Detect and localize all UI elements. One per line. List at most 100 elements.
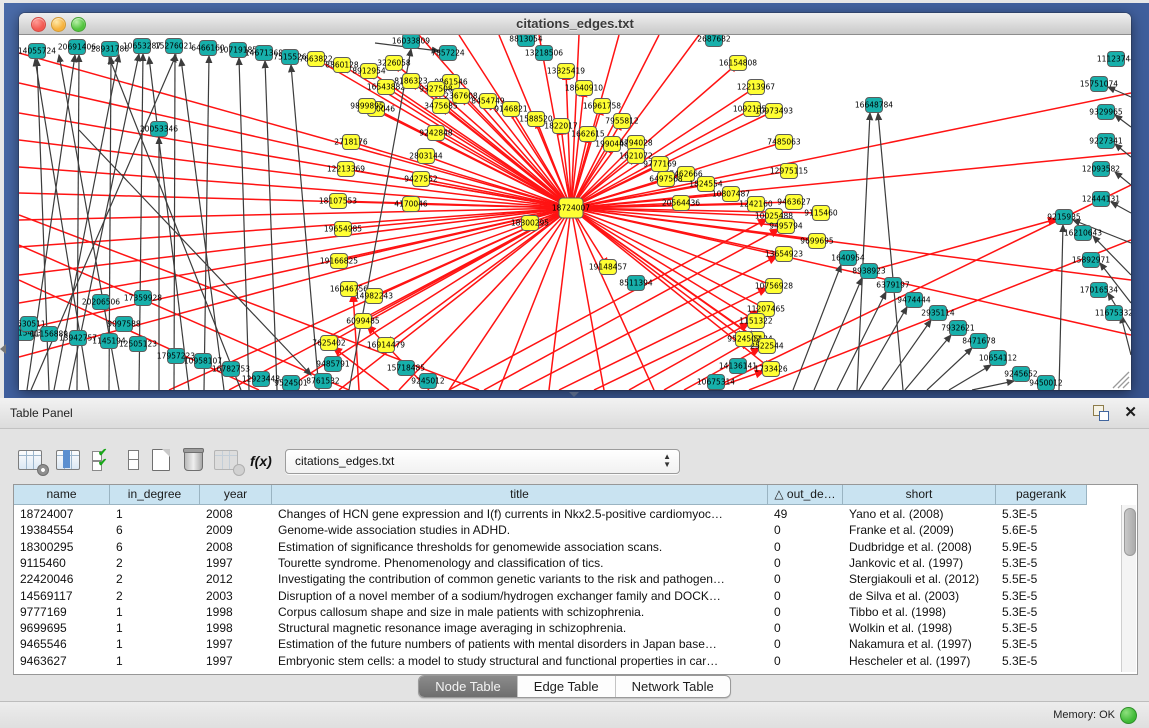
graph-edge[interactable] [1111, 202, 1131, 213]
graph-node[interactable]: 10973493 [755, 104, 793, 119]
graph-edge[interactable] [19, 53, 571, 208]
graph-node[interactable]: 7955812 [605, 114, 639, 129]
delete-column-button[interactable] [182, 448, 210, 474]
table-row[interactable]: 1872400712008Changes of HCN gene express… [14, 506, 1119, 522]
graph-node[interactable]: 8471678 [962, 334, 996, 349]
graph-node[interactable]: 2687682 [697, 35, 731, 47]
table-row[interactable]: 1830029562008Estimation of significance … [14, 539, 1119, 555]
table-row[interactable]: 977716911998Corpus callosum shape and si… [14, 604, 1119, 620]
graph-node[interactable]: 9242848 [419, 126, 453, 141]
graph-node[interactable]: 7625402 [312, 336, 346, 351]
graph-node[interactable]: 12975115 [770, 164, 808, 179]
memory-status-indicator[interactable] [1120, 707, 1137, 724]
graph-node[interactable]: 14055724 [19, 44, 56, 59]
show-columns-button[interactable] [56, 448, 84, 474]
graph-edge[interactable] [426, 156, 571, 208]
graph-node[interactable]: 6497568 [649, 172, 683, 187]
table-row[interactable]: 946554611997Estimation of the future num… [14, 636, 1119, 652]
table-row[interactable]: 946362711997Embryonic stem cells: a mode… [14, 653, 1119, 669]
float-panel-icon[interactable] [1093, 405, 1109, 421]
graph-node[interactable]: 6379197 [876, 278, 910, 293]
graph-node[interactable]: 15718485 [387, 361, 425, 376]
graph-edge[interactable] [905, 335, 951, 390]
graph-node[interactable]: 6099485 [346, 314, 380, 329]
graph-node[interactable]: 1640954 [831, 251, 865, 266]
graph-node[interactable]: 7485063 [767, 135, 801, 150]
graph-node[interactable]: 1733426 [754, 362, 788, 377]
graph-node[interactable]: 17016534 [1080, 283, 1118, 298]
graph-edge[interactable] [927, 348, 972, 390]
table-row[interactable]: 2242004622012Investigating the contribut… [14, 571, 1119, 587]
graph-node[interactable]: 2718176 [334, 135, 368, 150]
graph-node[interactable]: 9245012 [411, 374, 445, 389]
graph-node[interactable]: 9115460 [804, 206, 838, 221]
table-scrollbar[interactable] [1121, 505, 1136, 672]
column-header-short[interactable]: short [843, 485, 996, 505]
graph-edge[interactable] [857, 113, 870, 390]
network-canvas[interactable]: 1405572420691406289317861065328715276021… [19, 35, 1131, 390]
graph-node[interactable]: 10654112 [979, 351, 1017, 366]
graph-edge[interactable] [1059, 225, 1063, 390]
graph-node[interactable]: 9463627 [777, 195, 811, 210]
tab-edge-table[interactable]: Edge Table [518, 676, 616, 697]
graph-edge[interactable] [1115, 172, 1131, 185]
tab-node-table[interactable]: Node Table [419, 676, 518, 697]
table-rows-button[interactable] [122, 448, 150, 474]
graph-node[interactable]: 8511394 [619, 276, 653, 291]
graph-node[interactable]: 16210643 [1064, 226, 1102, 241]
graph-node[interactable]: 12505123 [119, 337, 157, 352]
graph-node[interactable]: 12213369 [327, 162, 365, 177]
function-builder-button[interactable]: f(x) [250, 448, 278, 474]
graph-edge[interactable] [869, 219, 1057, 271]
panel-splitter-handle[interactable] [569, 392, 579, 397]
table-row[interactable]: 969969511998Structural magnetic resonanc… [14, 620, 1119, 636]
graph-edge[interactable] [882, 320, 931, 390]
graph-node[interactable]: 18107553 [319, 194, 357, 209]
graph-node[interactable]: 2935114 [921, 306, 955, 321]
column-header-pagerank[interactable]: pagerank [996, 485, 1087, 505]
graph-edge[interactable] [1115, 115, 1131, 127]
graph-edge[interactable] [814, 278, 862, 390]
close-panel-icon[interactable]: ✕ [1124, 403, 1137, 421]
graph-node[interactable]: 11675332 [1095, 306, 1131, 321]
graph-node[interactable]: 7932621 [941, 321, 975, 336]
graph-edge[interactable] [571, 93, 1131, 208]
graph-node[interactable]: 10675314 [697, 375, 735, 390]
column-header-out_de[interactable]: △ out_de… [768, 485, 843, 505]
graph-edge[interactable] [19, 208, 571, 303]
graph-node[interactable]: 14982243 [355, 289, 393, 304]
column-header-in_degree[interactable]: in_degree [110, 485, 200, 505]
scrollbar-thumb[interactable] [1124, 508, 1136, 556]
graph-edge[interactable] [265, 61, 277, 390]
table-row[interactable]: 911546021997Tourette syndrome. Phenomeno… [14, 555, 1119, 571]
column-header-name[interactable]: name [14, 485, 110, 505]
select-all-button[interactable]: ✔ ✔ [92, 448, 120, 474]
graph-edge[interactable] [793, 265, 841, 390]
graph-node[interactable]: 16648784 [855, 98, 893, 113]
graph-node[interactable]: 16033809 [392, 35, 430, 49]
new-column-button[interactable] [150, 448, 178, 474]
graph-edge[interactable] [19, 140, 571, 208]
graph-node[interactable]: 16154808 [719, 56, 757, 71]
window-titlebar[interactable]: citations_edges.txt [19, 13, 1131, 35]
graph-node[interactable]: 8761532 [306, 374, 340, 389]
graph-node[interactable]: 16961758 [583, 99, 621, 114]
graph-node[interactable]: 9450012 [1029, 376, 1063, 391]
graph-node[interactable]: 17359928 [124, 291, 162, 306]
graph-node[interactable]: 19148457 [589, 260, 627, 275]
graph-node[interactable]: 9699695 [800, 234, 834, 249]
graph-node[interactable]: 9485791 [316, 357, 350, 372]
column-header-title[interactable]: title [272, 485, 768, 505]
graph-node[interactable]: 12213967 [737, 80, 775, 95]
table-mode-button[interactable] [18, 448, 46, 474]
graph-node[interactable]: 20564436 [662, 196, 700, 211]
panel-collapse-arrow-icon[interactable] [0, 344, 6, 354]
graph-edge[interactable] [949, 365, 991, 390]
graph-edge[interactable] [571, 208, 766, 309]
graph-node[interactable]: 8938923 [852, 264, 886, 279]
graph-node[interactable]: 9524501 [274, 376, 308, 391]
column-header-year[interactable]: year [200, 485, 272, 505]
graph-node[interactable]: 13325419 [547, 64, 585, 79]
graph-node[interactable]: 15892971 [1072, 253, 1110, 268]
table-selector-dropdown[interactable]: citations_edges.txt ▲▼ [285, 449, 680, 474]
